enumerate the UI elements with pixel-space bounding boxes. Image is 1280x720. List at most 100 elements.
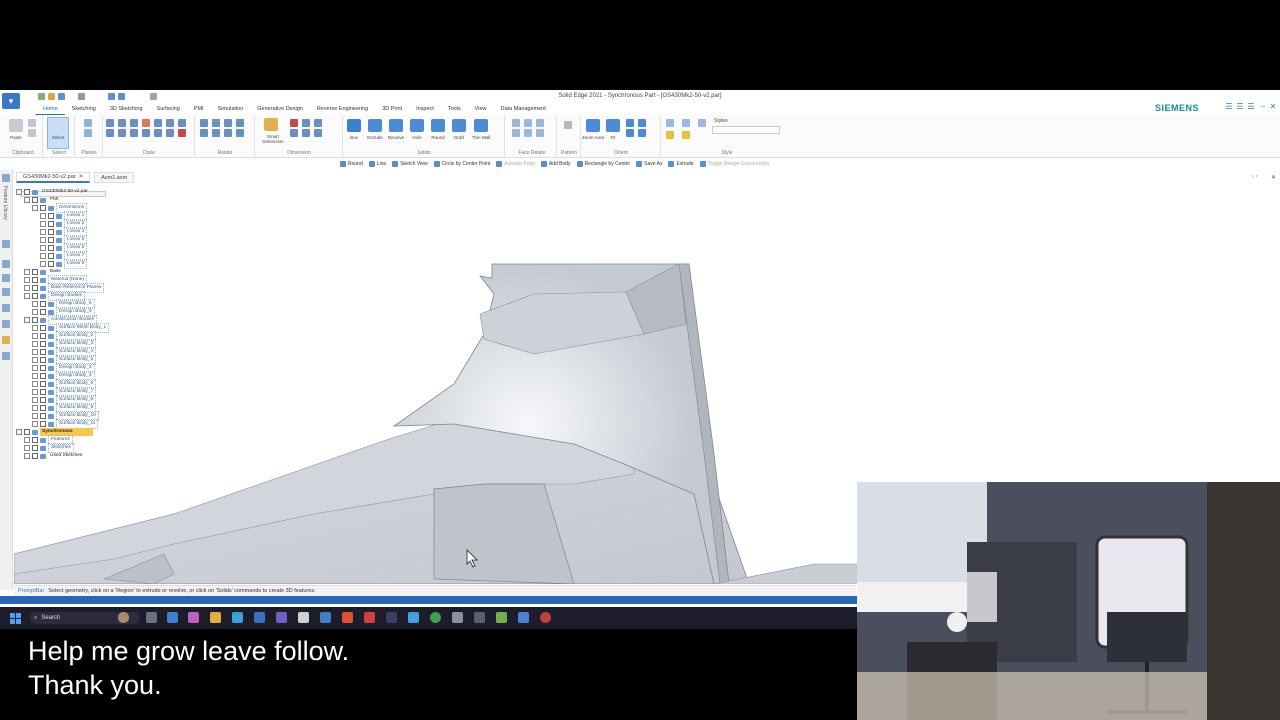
move-icon[interactable]: [154, 129, 162, 137]
symmetric-dim-icon[interactable]: [290, 129, 298, 137]
options-icon[interactable]: ☰: [1236, 103, 1244, 111]
tangent-icon[interactable]: [224, 119, 232, 127]
plane-icon[interactable]: [84, 119, 92, 127]
styles-dropdown[interactable]: [712, 126, 780, 134]
wireframe-icon[interactable]: [698, 119, 706, 127]
paste-icon[interactable]: [9, 119, 23, 132]
chamfer-dim-icon[interactable]: [302, 129, 310, 137]
thin-wall-icon[interactable]: [474, 119, 488, 132]
view-cube-icon[interactable]: [666, 119, 674, 127]
tab-inspect[interactable]: Inspect: [409, 105, 441, 114]
pathfinder-icon[interactable]: [2, 174, 10, 182]
part-style-icon[interactable]: [682, 131, 690, 139]
customize-icon[interactable]: [150, 93, 157, 100]
widgets-icon[interactable]: [118, 612, 129, 623]
store-icon[interactable]: [254, 612, 265, 623]
tab-simulation[interactable]: Simulation: [211, 105, 251, 114]
round-icon[interactable]: [431, 119, 445, 132]
solid-edge-taskbar-icon[interactable]: [518, 612, 529, 623]
new-icon[interactable]: [38, 93, 45, 100]
select-button[interactable]: [47, 117, 69, 149]
box-icon[interactable]: [347, 119, 361, 132]
tab-tools[interactable]: Tools: [441, 105, 468, 114]
help-icon[interactable]: ☰: [1225, 103, 1233, 111]
equal-icon[interactable]: [236, 119, 244, 127]
3d-viewport[interactable]: [14, 184, 860, 584]
recorder-icon[interactable]: [540, 612, 551, 623]
windows-start-icon[interactable]: [10, 613, 21, 624]
tab-reverse-engineering[interactable]: Reverse Engineering: [310, 105, 375, 114]
cmd-activate-body[interactable]: Activate Body: [496, 159, 535, 168]
tab-data-management[interactable]: Data Management: [493, 105, 552, 114]
trim-icon[interactable]: [142, 119, 150, 127]
task-view-icon[interactable]: [146, 612, 157, 623]
tab-3d-sketching[interactable]: 3D Sketching: [103, 105, 150, 114]
minimize-icon[interactable]: ‒: [1259, 103, 1267, 111]
properties-icon[interactable]: [2, 288, 10, 296]
lock-icon[interactable]: [224, 129, 232, 137]
tab-sketching[interactable]: Sketching: [65, 105, 103, 114]
extend-icon[interactable]: [178, 129, 186, 137]
dim-style-icon[interactable]: [314, 129, 322, 137]
redo-icon[interactable]: [118, 93, 125, 100]
cmd-line[interactable]: Line: [368, 159, 386, 168]
copilot-icon[interactable]: [188, 612, 199, 623]
symmetric-icon[interactable]: [236, 129, 244, 137]
curve-icon[interactable]: [130, 119, 138, 127]
app-green-icon[interactable]: [496, 612, 507, 623]
cmd-circle-by-center-point[interactable]: Circle by Center Point: [433, 159, 490, 168]
tab-generative-design[interactable]: Generative Design: [250, 105, 310, 114]
tab-3d-print[interactable]: 3D Print: [375, 105, 409, 114]
app-menu-icon[interactable]: ▾: [2, 93, 20, 109]
camera-icon[interactable]: [298, 612, 309, 623]
cmd-extrude[interactable]: Extrude: [668, 159, 694, 168]
cut-icon[interactable]: [28, 119, 36, 127]
cmd-sketch-view[interactable]: Sketch View: [392, 159, 428, 168]
help-panel-icon[interactable]: [2, 260, 10, 268]
cmd-round[interactable]: Round: [340, 159, 363, 168]
draft-icon[interactable]: [452, 119, 466, 132]
browser-icon[interactable]: [232, 612, 243, 623]
tangent-face-icon[interactable]: [524, 129, 532, 137]
steam-icon[interactable]: [320, 612, 331, 623]
parallel-icon[interactable]: [200, 129, 208, 137]
rotate-view-icon[interactable]: [626, 129, 634, 137]
mirror-icon[interactable]: [154, 119, 162, 127]
distance-icon[interactable]: [290, 119, 298, 127]
relations-icon[interactable]: [2, 352, 10, 360]
layers-icon[interactable]: [2, 240, 10, 248]
parallel-face-icon[interactable]: [524, 119, 532, 127]
library-icon[interactable]: [2, 336, 10, 344]
doc-tab-close-icon[interactable]: ✕: [79, 174, 84, 180]
rotate-icon[interactable]: [166, 129, 174, 137]
chrome-icon[interactable]: [430, 612, 441, 623]
extrude-icon[interactable]: [368, 119, 382, 132]
app-red-icon[interactable]: [364, 612, 375, 623]
polygon-icon[interactable]: [130, 129, 138, 137]
revolve-icon[interactable]: [389, 119, 403, 132]
feature-library-label[interactable]: Feature Library: [2, 186, 8, 220]
cmd-rectangle-by-center[interactable]: Rectangle by Center: [576, 159, 630, 168]
hole-icon[interactable]: [410, 119, 424, 132]
cmd-toggle-design-construction[interactable]: Toggle Design-Construction: [699, 159, 769, 168]
plane-axis-icon[interactable]: [84, 129, 92, 137]
zoom-icon[interactable]: [626, 119, 634, 127]
arc-icon[interactable]: [118, 119, 126, 127]
fit-icon[interactable]: [606, 119, 620, 132]
tab-surfacing[interactable]: Surfacing: [150, 105, 187, 114]
fillet-icon[interactable]: [166, 119, 174, 127]
tab-scroll-icon[interactable]: ‹ ›: [1252, 174, 1258, 180]
chamfer-icon[interactable]: [178, 119, 186, 127]
box-style-icon[interactable]: [666, 131, 674, 139]
app-settings-icon[interactable]: [474, 612, 485, 623]
app-gray-icon[interactable]: [452, 612, 463, 623]
view-orient-icon[interactable]: [638, 129, 646, 137]
perpendicular-icon[interactable]: [212, 129, 220, 137]
smart-dimension-icon[interactable]: [264, 118, 278, 131]
sensors-icon[interactable]: [2, 304, 10, 312]
connect-icon[interactable]: [200, 119, 208, 127]
tab-pmi[interactable]: PMI: [187, 105, 211, 114]
line-icon[interactable]: [106, 119, 114, 127]
coordinate-icon[interactable]: [314, 119, 322, 127]
close-doc-icon[interactable]: ✕: [1271, 174, 1276, 181]
